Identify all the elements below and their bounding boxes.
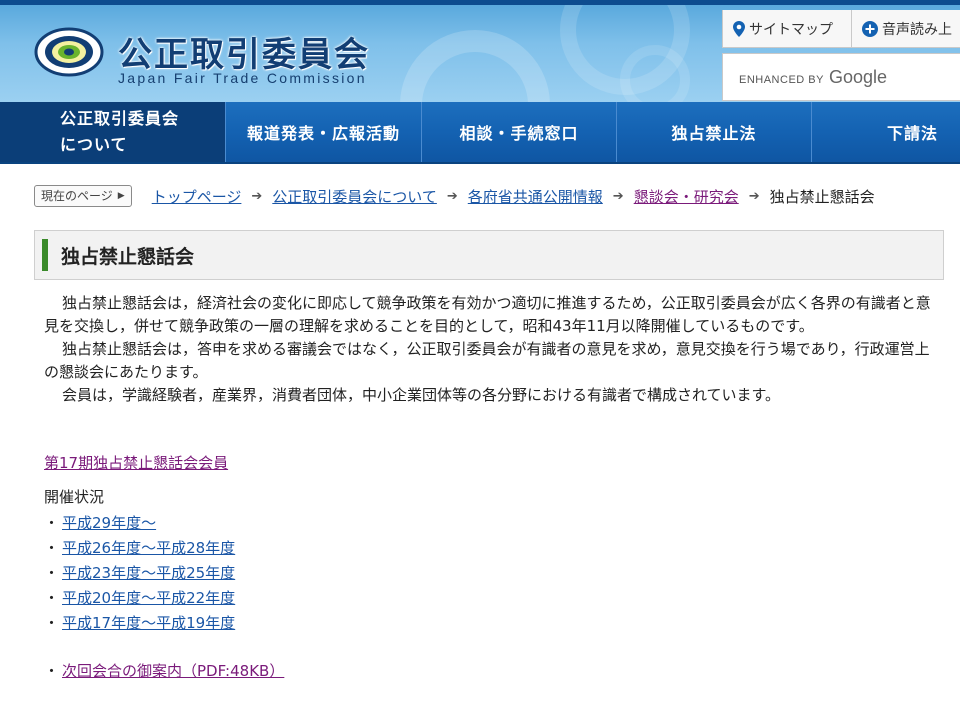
intro-paragraph-3: 会員は，学識経験者，産業界，消費者団体，中小企業団体等の各分野における有識者で構… xyxy=(62,386,781,404)
header-decoration xyxy=(400,30,550,102)
list-item: ・ 平成17年度～平成19年度 xyxy=(44,611,235,636)
status-link-h23-h25[interactable]: 平成23年度～平成25年度 xyxy=(62,561,235,586)
next-meeting-item: ・ 次回会合の御案内（PDF:48KB） xyxy=(44,660,284,681)
voice-label: 音声読み上 xyxy=(882,21,952,38)
member-list-link[interactable]: 第17期独占禁止懇話会会員 xyxy=(44,452,228,473)
nav-subcontract[interactable]: 下請法 xyxy=(812,102,960,162)
search-input[interactable] xyxy=(739,67,959,87)
page-title: 独占禁止懇話会 xyxy=(61,245,195,268)
status-link-h17-h19[interactable]: 平成17年度～平成19年度 xyxy=(62,611,235,636)
intro-paragraph-2: 独占禁止懇話会は，答申を求める審議会ではなく，公正取引委員会が有識者の意見を求め… xyxy=(44,340,930,381)
breadcrumb-about[interactable]: 公正取引委員会について xyxy=(272,186,437,207)
site-subtitle: Japan Fair Trade Commission xyxy=(118,70,367,86)
breadcrumb: 現在のページ ▶ トップページ ➔ 公正取引委員会について ➔ 各府省共通公開情… xyxy=(34,183,954,209)
list-item: ・ 平成23年度～平成25年度 xyxy=(44,561,235,586)
page-title-box: 独占禁止懇話会 xyxy=(34,230,944,280)
breadcrumb-top[interactable]: トップページ xyxy=(152,186,242,207)
map-pin-icon xyxy=(733,20,745,37)
plus-circle-icon xyxy=(862,20,878,37)
breadcrumb-label-text: 現在のページ xyxy=(41,189,113,203)
breadcrumb-label: 現在のページ ▶ xyxy=(34,185,132,207)
status-link-h20-h22[interactable]: 平成20年度～平成22年度 xyxy=(62,586,235,611)
list-item: ・ 平成29年度～ xyxy=(44,511,235,536)
nav-about-line1: 公正取引委員会 xyxy=(60,109,180,128)
title-accent-bar xyxy=(42,239,48,271)
status-link-h29[interactable]: 平成29年度～ xyxy=(62,511,156,536)
arrow-right-icon: ➔ xyxy=(446,188,458,204)
nav-press[interactable]: 報道発表・広報活動 xyxy=(226,102,422,162)
main-content: 独占禁止懇話会は，経済社会の変化に即応して競争政策を有効かつ適切に推進するため，… xyxy=(44,292,944,407)
intro-paragraph-1: 独占禁止懇話会は，経済社会の変化に即応して競争政策を有効かつ適切に推進するため，… xyxy=(44,294,931,335)
jftc-logo-icon[interactable] xyxy=(34,27,104,77)
bullet: ・ xyxy=(44,514,60,532)
triangle-right-icon: ▶ xyxy=(117,191,125,201)
site-search[interactable]: ENHANCED BY Google xyxy=(722,53,960,101)
voice-readout-link[interactable]: 音声読み上 xyxy=(852,10,960,48)
arrow-right-icon: ➔ xyxy=(251,188,263,204)
utility-links: サイトマップ 音声読み上 xyxy=(722,10,960,48)
nav-consultation[interactable]: 相談・手続窓口 xyxy=(422,102,617,162)
bullet: ・ xyxy=(44,564,60,582)
status-list: ・ 平成29年度～ ・ 平成26年度～平成28年度 ・ 平成23年度～平成25年… xyxy=(44,511,235,636)
list-item: ・ 平成20年度～平成22年度 xyxy=(44,586,235,611)
breadcrumb-councils[interactable]: 懇談会・研究会 xyxy=(634,186,739,207)
breadcrumb-current: 独占禁止懇話会 xyxy=(769,187,875,206)
breadcrumb-public-info[interactable]: 各府省共通公開情報 xyxy=(468,186,603,207)
nav-about-line2: について xyxy=(60,135,128,154)
next-meeting-pdf-link[interactable]: 次回会合の御案内（PDF:48KB） xyxy=(62,660,284,681)
sitemap-link[interactable]: サイトマップ xyxy=(722,10,852,48)
global-nav: 公正取引委員会 について 報道発表・広報活動 相談・手続窓口 独占禁止法 下請法 xyxy=(0,102,960,164)
arrow-right-icon: ➔ xyxy=(748,188,760,204)
status-heading: 開催状況 xyxy=(44,488,105,506)
sitemap-label: サイトマップ xyxy=(749,21,833,38)
nav-antimonopoly[interactable]: 独占禁止法 xyxy=(617,102,812,162)
site-header: 公正取引委員会 Japan Fair Trade Commission サイトマ… xyxy=(0,0,960,102)
list-item: ・ 平成26年度～平成28年度 xyxy=(44,536,235,561)
bullet: ・ xyxy=(44,614,60,632)
nav-about[interactable]: 公正取引委員会 について xyxy=(0,102,226,162)
bullet: ・ xyxy=(44,539,60,557)
bullet: ・ xyxy=(44,662,60,680)
status-link-h26-h28[interactable]: 平成26年度～平成28年度 xyxy=(62,536,235,561)
bullet: ・ xyxy=(44,589,60,607)
site-title[interactable]: 公正取引委員会 xyxy=(118,27,370,76)
arrow-right-icon: ➔ xyxy=(612,188,624,204)
